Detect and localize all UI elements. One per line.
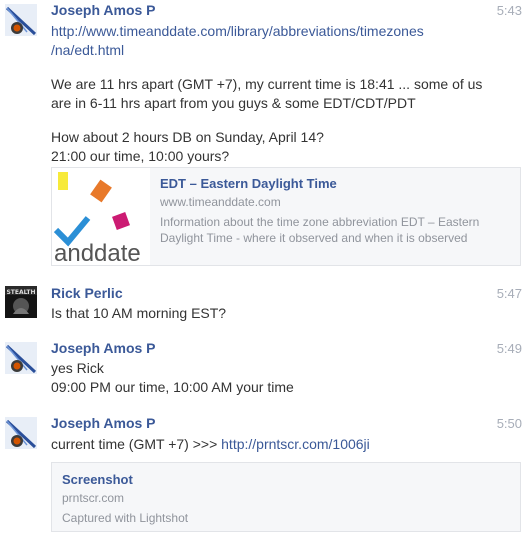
message-text: 09:00 PM our time, 10:00 AM your time: [51, 379, 294, 395]
message-link[interactable]: http://www.timeanddate.com/library/abbre…: [51, 23, 424, 58]
sender-avatar[interactable]: [5, 4, 37, 36]
timestamp: 5:43: [496, 3, 522, 18]
sender-avatar[interactable]: [5, 417, 37, 449]
timeanddate-logo-icon: anddate: [53, 172, 141, 265]
message-text: How about 2 hours DB on Sunday, April 14…: [51, 129, 324, 145]
message-text: current time (GMT +7) >>>: [51, 436, 222, 452]
timestamp: 5:47: [496, 286, 522, 301]
link-preview-description: Information about the time zone abbrevia…: [160, 215, 480, 245]
sender-name[interactable]: Joseph Amos P: [51, 415, 156, 431]
link-preview-title[interactable]: EDT – Eastern Daylight Time: [160, 176, 337, 191]
timestamp: 5:50: [496, 416, 522, 431]
link-preview-card[interactable]: anddate EDT – Eastern Daylight Time www.…: [51, 167, 521, 266]
message-body: yes Rick 09:00 PM our time, 10:00 AM you…: [51, 359, 496, 397]
sender-name[interactable]: Rick Perlic: [51, 285, 123, 301]
link-preview-thumbnail[interactable]: anddate: [52, 168, 150, 265]
link-preview-domain: www.timeanddate.com: [160, 195, 281, 209]
link-preview-domain: prntscr.com: [62, 491, 125, 505]
sender-name[interactable]: Joseph Amos P: [51, 340, 156, 356]
stealth-avatar-icon: STEALTH: [5, 286, 37, 318]
message-text: yes Rick: [51, 360, 104, 376]
sender-name[interactable]: Joseph Amos P: [51, 2, 156, 18]
sender-avatar[interactable]: [5, 342, 37, 374]
link-preview-title[interactable]: Screenshot: [62, 472, 133, 487]
svg-text:STEALTH: STEALTH: [6, 289, 35, 296]
message-text: We are 11 hrs apart (GMT +7), my current…: [51, 76, 483, 92]
message-text: are in 6-11 hrs apart from you guys & so…: [51, 95, 416, 111]
link-preview-card[interactable]: Screenshot prntscr.com Captured with Lig…: [51, 462, 521, 532]
message-text: Is that 10 AM morning EST?: [51, 305, 227, 321]
message-body: http://www.timeanddate.com/library/abbre…: [51, 22, 496, 166]
avatar-logo-icon: [5, 4, 37, 36]
sender-avatar[interactable]: STEALTH: [5, 286, 37, 318]
message-body: current time (GMT +7) >>> http://prntscr…: [51, 435, 496, 454]
message-link[interactable]: http://prntscr.com/1006ji: [221, 436, 370, 452]
svg-text:anddate: anddate: [54, 240, 141, 265]
link-preview-description: Captured with Lightshot: [62, 511, 189, 525]
timestamp: 5:49: [496, 341, 522, 356]
message-text: 21:00 our time, 10:00 yours?: [51, 148, 230, 164]
avatar-logo-icon: [5, 417, 37, 449]
avatar-logo-icon: [5, 342, 37, 374]
